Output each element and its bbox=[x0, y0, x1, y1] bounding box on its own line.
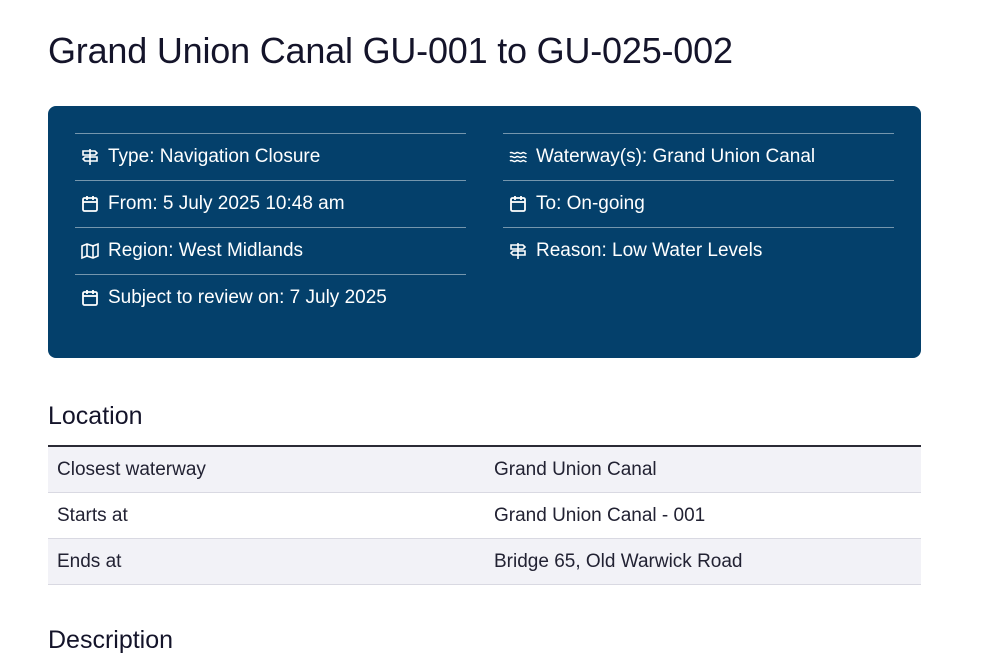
table-row: Starts at Grand Union Canal - 001 bbox=[48, 492, 921, 539]
info-column-right: Waterway(s): Grand Union Canal To: On-go… bbox=[503, 133, 894, 274]
location-label: Ends at bbox=[48, 538, 484, 585]
info-row-region: Region: West Midlands bbox=[75, 227, 466, 274]
calendar-icon bbox=[80, 194, 100, 214]
location-value: Grand Union Canal bbox=[484, 446, 921, 493]
signpost-icon bbox=[80, 147, 100, 167]
map-icon bbox=[80, 241, 100, 261]
info-reason-text: Reason: Low Water Levels bbox=[536, 240, 763, 261]
calendar-icon bbox=[508, 194, 528, 214]
info-type-text: Type: Navigation Closure bbox=[108, 146, 321, 167]
location-heading: Location bbox=[48, 402, 143, 430]
notice-info-panel: Type: Navigation Closure From: 5 July 20… bbox=[48, 106, 921, 358]
signpost-icon bbox=[508, 241, 528, 261]
info-to-text: To: On-going bbox=[536, 193, 645, 214]
location-label: Starts at bbox=[48, 492, 484, 539]
info-row-type: Type: Navigation Closure bbox=[75, 133, 466, 180]
table-row: Closest waterway Grand Union Canal bbox=[48, 446, 921, 493]
info-column-left: Type: Navigation Closure From: 5 July 20… bbox=[75, 133, 466, 321]
location-label: Closest waterway bbox=[48, 446, 484, 493]
info-review-text: Subject to review on: 7 July 2025 bbox=[108, 287, 387, 308]
info-row-reason: Reason: Low Water Levels bbox=[503, 227, 894, 274]
waves-icon bbox=[508, 147, 528, 167]
info-waterway-text: Waterway(s): Grand Union Canal bbox=[536, 146, 816, 167]
location-value: Bridge 65, Old Warwick Road bbox=[484, 538, 921, 585]
info-row-review: Subject to review on: 7 July 2025 bbox=[75, 274, 466, 321]
info-from-text: From: 5 July 2025 10:48 am bbox=[108, 193, 345, 214]
calendar-icon bbox=[80, 288, 100, 308]
description-heading: Description bbox=[48, 626, 174, 654]
info-row-from: From: 5 July 2025 10:48 am bbox=[75, 180, 466, 227]
location-value: Grand Union Canal - 001 bbox=[484, 492, 921, 539]
info-region-text: Region: West Midlands bbox=[108, 240, 304, 261]
page-title: Grand Union Canal GU-001 to GU-025-002 bbox=[48, 30, 733, 71]
info-row-to: To: On-going bbox=[503, 180, 894, 227]
location-table: Closest waterway Grand Union Canal Start… bbox=[48, 445, 921, 585]
table-row: Ends at Bridge 65, Old Warwick Road bbox=[48, 538, 921, 585]
info-row-waterway: Waterway(s): Grand Union Canal bbox=[503, 133, 894, 180]
